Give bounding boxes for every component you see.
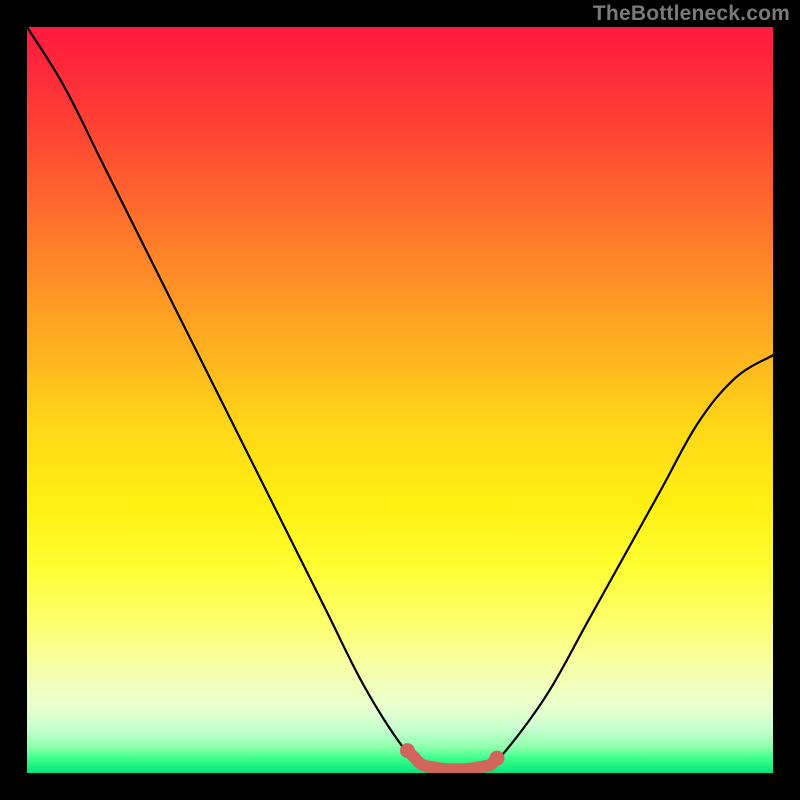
valley-dot-right [489,751,504,766]
bottleneck-chart [27,27,773,773]
bottleneck-curve-line [27,27,773,770]
watermark-label: TheBottleneck.com [593,2,790,26]
chart-frame: TheBottleneck.com [0,0,800,800]
valley-emphasis-line [408,751,498,770]
chart-plot-area [27,27,773,773]
valley-dot-left [400,743,415,758]
